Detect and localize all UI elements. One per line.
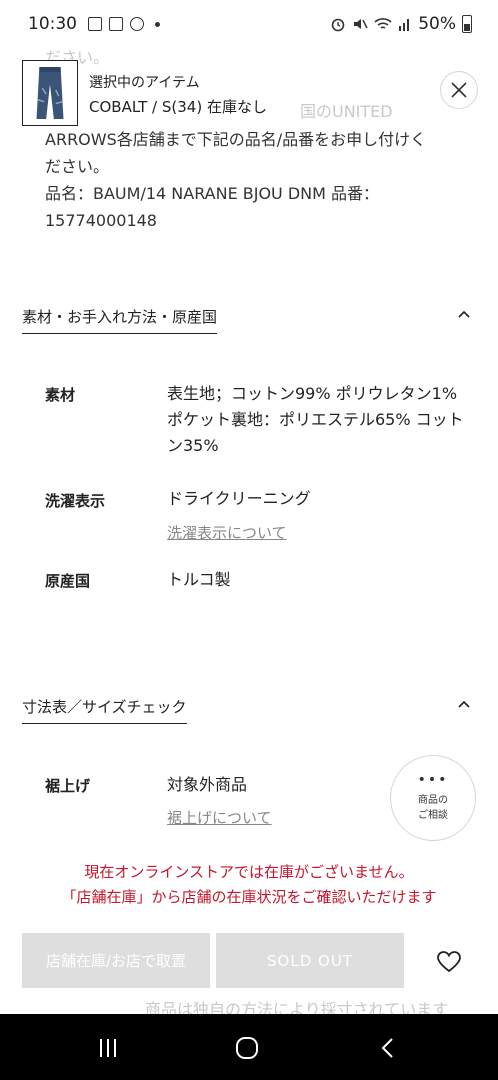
consult-label-1: 商品の xyxy=(418,795,448,806)
app-d-icon xyxy=(109,17,123,31)
sold-out-button[interactable]: SOLD OUT xyxy=(216,933,404,988)
spec-key-origin: 原産国 xyxy=(45,572,91,590)
chevron-up-icon xyxy=(458,310,470,318)
signal-icon xyxy=(399,19,410,31)
selected-item-header: 選択中のアイテム COBALT / S(34) 在庫なし xyxy=(0,48,498,128)
spec-value-material: 表生地；コットン99% ポリウレタン1% ポケット裏地：ポリエステル65% コッ… xyxy=(167,384,464,455)
wifi-icon xyxy=(374,18,392,29)
home-icon xyxy=(236,1037,258,1059)
jeans-thumbnail-icon xyxy=(22,60,78,126)
store-stock-button[interactable]: 店舗在庫/お店で取置 xyxy=(22,933,210,988)
spec-key-hem: 裾上げ xyxy=(45,777,91,795)
status-bar: 10:30 50% xyxy=(0,0,498,48)
hem-link[interactable]: 裾上げについて xyxy=(167,807,272,828)
consult-button[interactable]: ••• 商品の ご相談 xyxy=(390,755,476,841)
chrome-icon xyxy=(130,17,144,31)
spec-value-wash: ドライクリーニング xyxy=(167,489,311,508)
recent-apps-icon xyxy=(100,1039,116,1057)
back-button[interactable] xyxy=(374,1034,402,1062)
section-title-size[interactable]: 寸法表／サイズチェック xyxy=(22,696,187,724)
selected-item-label: 選択中のアイテム xyxy=(89,75,200,91)
close-button[interactable] xyxy=(440,71,478,109)
section-toggle-material[interactable] xyxy=(456,306,472,322)
spec-key-material: 素材 xyxy=(45,386,76,404)
stock-notice-line-1: 現在オンラインストアでは在庫がございません。 xyxy=(84,863,414,881)
description-line: ださい。 xyxy=(45,157,110,176)
close-icon xyxy=(451,82,467,98)
selected-item-variant: COBALT / S(34) 在庫なし xyxy=(89,98,267,116)
chevron-up-icon xyxy=(458,700,470,708)
notification-dot-icon xyxy=(155,21,160,27)
recent-apps-button[interactable] xyxy=(94,1034,122,1062)
wash-label-link[interactable]: 洗濯表示について xyxy=(167,522,287,543)
favorite-heart-icon[interactable] xyxy=(436,950,462,974)
mute-icon xyxy=(354,19,368,29)
more-dots-icon: ••• xyxy=(417,772,449,788)
consult-label-2: ご相談 xyxy=(418,810,448,821)
product-description: ARROWS各店舗まで下記の品名/品番をお申し付けく ださい。 品名：BAUM/… xyxy=(45,126,465,234)
system-navigation-bar xyxy=(0,1014,498,1080)
gallery-icon xyxy=(88,17,102,31)
description-line: 15774000148 xyxy=(45,211,157,230)
description-line: ARROWS各店舗まで下記の品名/品番をお申し付けく xyxy=(45,130,427,149)
section-toggle-size[interactable] xyxy=(456,696,472,712)
spec-key-wash: 洗濯表示 xyxy=(45,492,106,510)
description-line: 品名：BAUM/14 NARANE BJOU DNM 品番： xyxy=(45,184,380,203)
battery-percent: 50% xyxy=(418,14,456,34)
spec-value-origin: トルコ製 xyxy=(167,570,231,589)
back-icon xyxy=(381,1038,393,1058)
alarm-icon xyxy=(331,18,345,32)
section-title-material[interactable]: 素材・お手入れ方法・原産国 xyxy=(22,306,218,334)
battery-icon xyxy=(462,15,472,33)
stock-notice-line-2: 「店舗在庫」から店舗の在庫状況をご確認いただけます xyxy=(61,888,437,906)
home-button[interactable] xyxy=(233,1034,261,1062)
status-time: 10:30 xyxy=(28,14,77,34)
